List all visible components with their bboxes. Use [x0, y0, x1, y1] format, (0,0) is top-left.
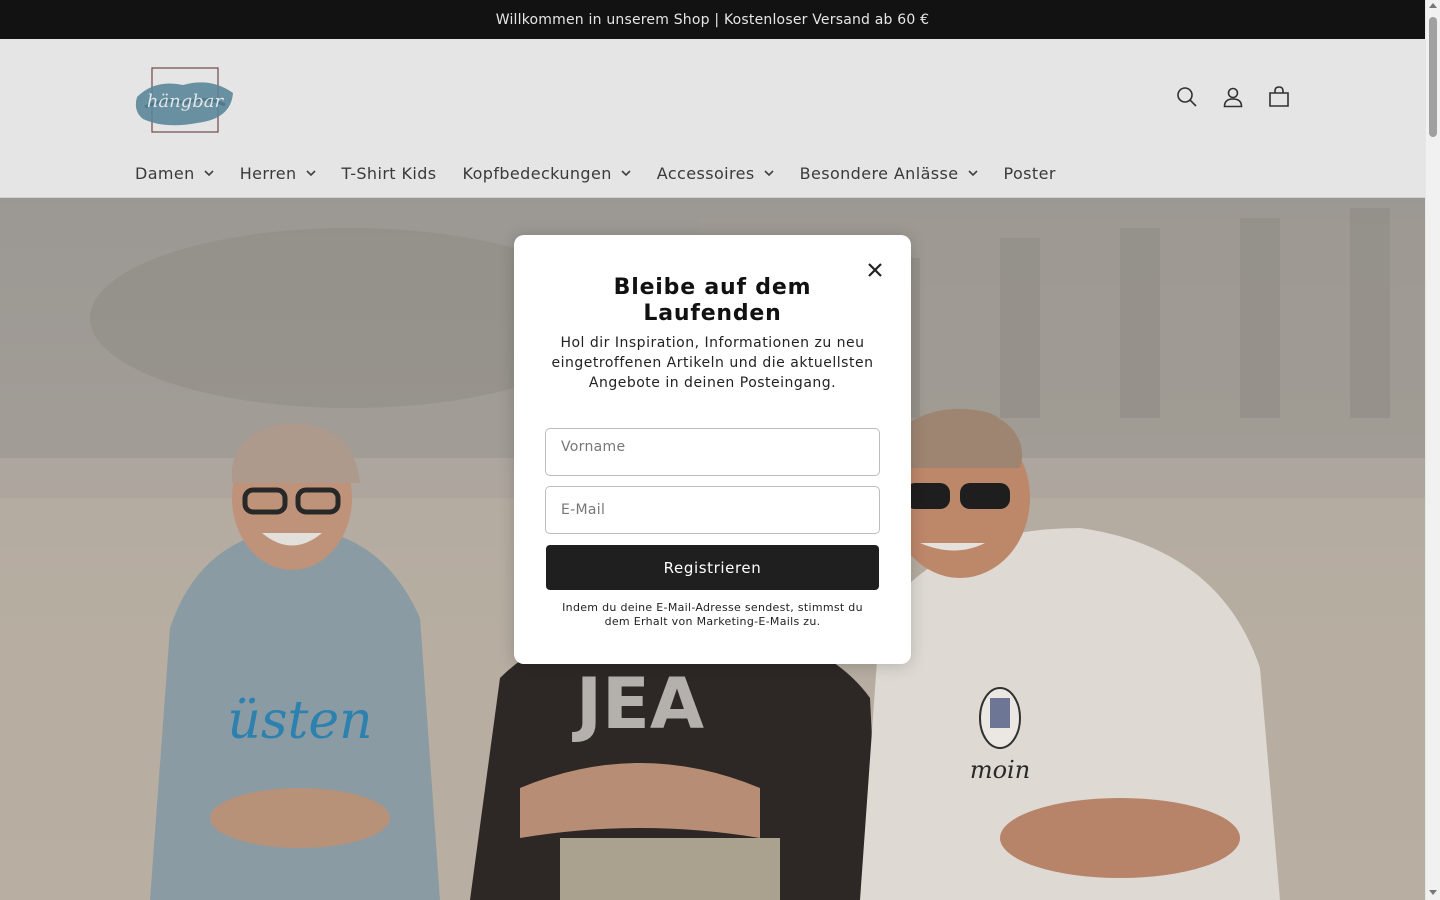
close-icon[interactable] — [867, 262, 883, 278]
header-icons — [1175, 85, 1291, 109]
site-header: hängbar Damen Herren T-Shirt Kids Kopfbe… — [0, 39, 1425, 198]
nav-item-label: T-Shirt Kids — [341, 164, 437, 183]
announcement-text: Willkommen in unserem Shop | Kostenloser… — [495, 11, 930, 28]
popup-description: Hol dir Inspiration, Informationen zu ne… — [551, 335, 874, 391]
chevron-down-icon — [967, 170, 978, 177]
account-icon[interactable] — [1221, 85, 1245, 109]
nav-item-herren[interactable]: Herren — [240, 164, 316, 183]
scroll-up-arrow[interactable] — [1429, 3, 1437, 8]
scroll-thumb[interactable] — [1429, 17, 1437, 137]
scroll-down-arrow[interactable] — [1429, 890, 1437, 895]
consent-note: Indem du deine E-Mail-Adresse sendest, s… — [562, 601, 863, 628]
logo-image: hängbar — [135, 67, 233, 133]
nav-item-label: Besondere Anlässe — [799, 164, 959, 183]
firstname-field[interactable] — [545, 428, 880, 476]
firstname-input[interactable] — [546, 429, 879, 475]
nav-item-label: Poster — [1003, 164, 1056, 183]
email-field[interactable] — [545, 486, 880, 534]
nav-item-label: Kopfbedeckungen — [462, 164, 612, 183]
svg-text:üsten: üsten — [227, 691, 372, 751]
popup-title: Bleibe auf dem Laufenden — [613, 275, 812, 326]
left-person: üsten — [150, 423, 440, 900]
chevron-down-icon — [204, 170, 214, 177]
email-input[interactable] — [546, 487, 879, 533]
nav-item-kopfbedeckungen[interactable]: Kopfbedeckungen — [463, 164, 631, 183]
cart-icon[interactable] — [1267, 85, 1291, 109]
chevron-down-icon — [764, 170, 774, 177]
nav-item-accessoires[interactable]: Accessoires — [657, 164, 774, 183]
nav-item-label: Accessoires — [656, 164, 755, 183]
main-navigation: Damen Herren T-Shirt Kids Kopfbedeckunge… — [135, 164, 1056, 183]
nav-item-damen[interactable]: Damen — [135, 164, 214, 183]
register-button[interactable]: Registrieren — [546, 545, 879, 590]
right-person: moin — [860, 408, 1280, 900]
announcement-bar: Willkommen in unserem Shop | Kostenloser… — [0, 0, 1425, 39]
nav-item-besondere-anlaesse[interactable]: Besondere Anlässe — [800, 164, 978, 183]
store-logo[interactable]: hängbar — [135, 67, 235, 135]
svg-text:JEA: JEA — [572, 663, 704, 745]
nav-item-label: Herren — [239, 164, 297, 183]
svg-text:moin: moin — [970, 756, 1030, 784]
nav-item-label: Damen — [135, 164, 195, 183]
svg-text:hängbar: hängbar — [147, 91, 225, 112]
nav-item-t-shirt-kids[interactable]: T-Shirt Kids — [342, 164, 437, 183]
chevron-down-icon — [621, 170, 631, 177]
chevron-down-icon — [305, 170, 316, 177]
page-scrollbar[interactable] — [1425, 0, 1440, 900]
newsletter-popup: Bleibe auf dem Laufenden Hol dir Inspira… — [514, 235, 911, 664]
nav-item-poster[interactable]: Poster — [1004, 164, 1056, 183]
search-icon[interactable] — [1175, 85, 1199, 109]
